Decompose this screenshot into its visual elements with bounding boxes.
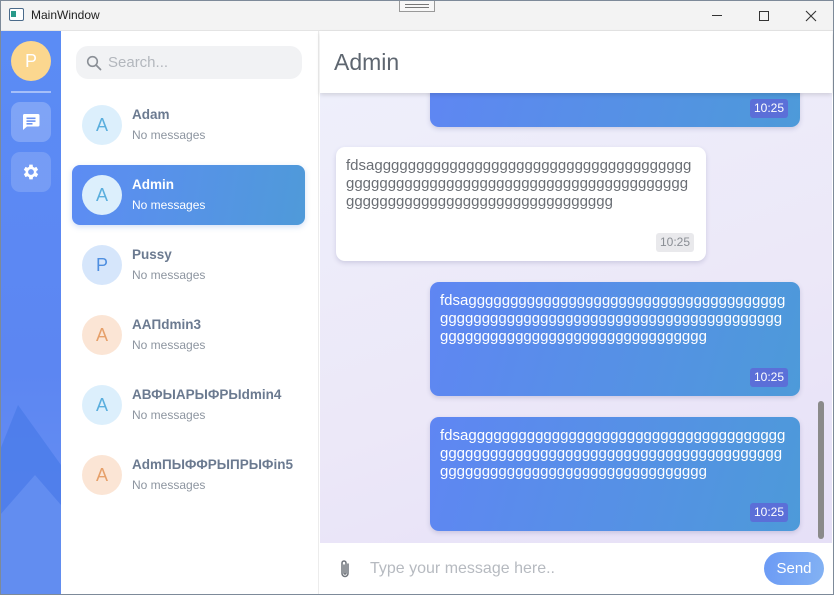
message-time: 10:25 [655,233,694,252]
paperclip-icon[interactable] [336,558,354,580]
message-list[interactable]: 10:25 fdsagggggggggggggggggggggggggggggg… [320,93,832,543]
minimize-icon [712,15,722,16]
minimize-button[interactable] [694,0,740,31]
chat-title: Admin [334,49,400,75]
contact-item[interactable]: A AdmПЫФФРЫПРЫФin5 No messages [72,445,305,505]
drag-handle[interactable] [399,0,435,12]
contact-item[interactable]: A Admin No messages [72,165,305,225]
contact-name: Admin [132,177,174,192]
chats-nav-button[interactable] [11,102,51,142]
message-bubble-outgoing: fdsagggggggggggggggggggggggggggggggggggg… [430,417,800,531]
contact-avatar: A [82,455,122,495]
message-bubble-incoming: fdsagggggggggggggggggggggggggggggggggggg… [336,147,706,261]
contact-avatar: P [82,245,122,285]
title-bar[interactable]: MainWindow [0,0,834,31]
settings-nav-button[interactable] [11,152,51,192]
chat-header: Admin [320,31,832,93]
contact-item[interactable]: A AAПdmin3 No messages [72,305,305,365]
maximize-button[interactable] [741,0,787,31]
window-title: MainWindow [31,8,100,22]
user-avatar[interactable]: P [11,41,51,81]
close-icon [805,10,817,21]
search-icon [86,55,102,71]
send-button[interactable]: Send [764,552,824,585]
message-text: fdsagggggggggggggggggggggggggggggggggggg… [440,427,786,480]
contact-last-message: No messages [132,408,206,422]
contacts-panel: A Adam No messages A Admin No messages P… [61,31,319,595]
contact-item[interactable]: A Adam No messages [72,95,305,155]
contact-avatar: A [82,385,122,425]
search-box[interactable] [76,46,302,79]
contact-name: Adam [132,107,170,122]
contact-name: АВФЫАРЫФРЫdmin4 [132,387,282,402]
contact-name: AAПdmin3 [132,317,201,332]
close-button[interactable] [788,0,834,31]
chat-panel: Admin 10:25 fdsagggggggggggggggggggggggg… [320,31,832,595]
maximize-icon [759,10,769,21]
chat-icon [22,114,40,130]
contact-item[interactable]: A АВФЫАРЫФРЫdmin4 No messages [72,375,305,435]
message-text: fdsagggggggggggggggggggggggggggggggggggg… [346,157,692,210]
message-time: 10:25 [749,503,788,522]
gear-icon [23,164,39,180]
contact-avatar: A [82,105,122,145]
window-app-icon [9,8,24,21]
rail-decoration [0,405,61,595]
message-bubble-outgoing: fdsagggggggggggggggggggggggggggggggggggg… [430,282,800,396]
navigation-rail: P [0,31,61,595]
message-composer: Send [320,543,832,595]
contact-last-message: No messages [132,268,206,282]
contact-name: AdmПЫФФРЫПРЫФin5 [132,457,293,472]
message-scrollbar[interactable] [818,401,824,539]
contact-avatar: A [82,175,122,215]
contact-last-message: No messages [132,128,206,142]
contact-name: Pussy [132,247,172,262]
message-text: fdsagggggggggggggggggggggggggggggggggggg… [440,292,786,345]
contact-last-message: No messages [132,338,206,352]
search-input[interactable] [108,46,296,79]
message-bubble-outgoing: 10:25 [430,93,800,127]
rail-divider [11,91,51,93]
contact-item[interactable]: P Pussy No messages [72,235,305,295]
message-input[interactable] [370,555,750,583]
message-time: 10:25 [749,99,788,118]
contact-last-message: No messages [132,478,206,492]
contact-last-message: No messages [132,198,206,212]
contact-avatar: A [82,315,122,355]
message-time: 10:25 [749,368,788,387]
